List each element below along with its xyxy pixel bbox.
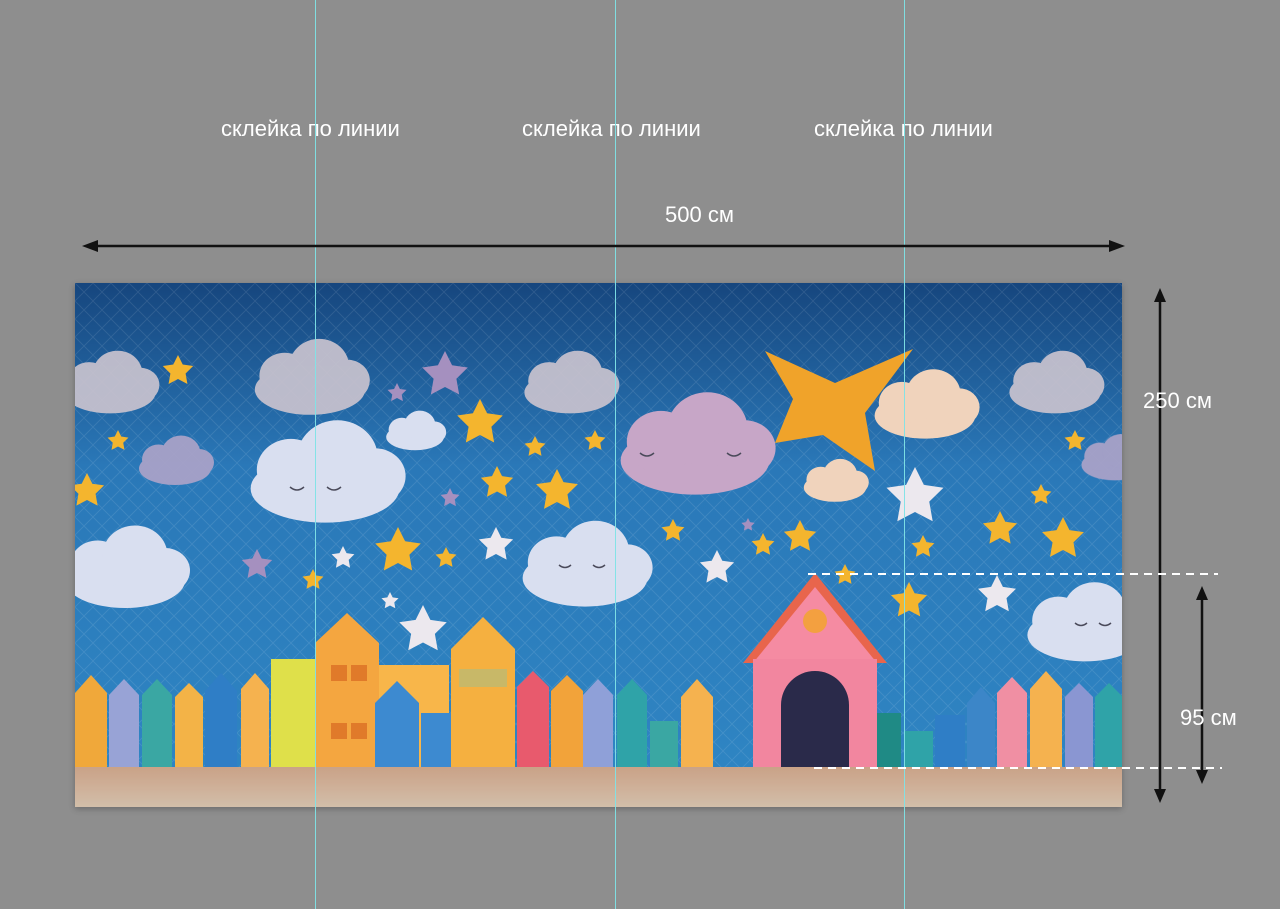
house-height-arrow (1196, 586, 1208, 784)
height-arrow (1154, 288, 1166, 803)
house-height-label: 95 см (1180, 705, 1237, 730)
height-label: 250 см (1143, 388, 1212, 413)
dimension-overlay (82, 240, 1222, 803)
width-arrow (82, 240, 1125, 252)
